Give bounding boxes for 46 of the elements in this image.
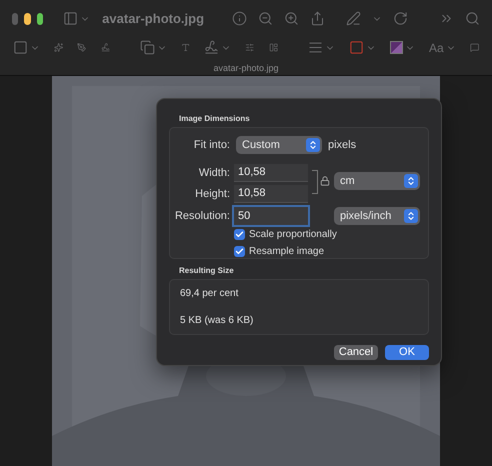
unit-label: pixels xyxy=(328,138,356,153)
field-label: Height: xyxy=(194,186,230,202)
lock-icon[interactable] xyxy=(320,176,330,186)
popup-menu[interactable]: cm xyxy=(334,172,420,190)
link-bracket xyxy=(312,170,318,194)
signature-icon[interactable] xyxy=(204,40,220,56)
checkbox[interactable] xyxy=(234,246,245,257)
selection-icon[interactable] xyxy=(13,40,28,56)
window-title: avatar-photo.jpg xyxy=(102,10,204,28)
pen-icon[interactable] xyxy=(346,11,362,26)
checkbox[interactable] xyxy=(234,229,245,240)
close-button[interactable] xyxy=(12,12,18,25)
shapes-icon[interactable] xyxy=(140,40,155,56)
font-button[interactable]: Aa xyxy=(428,38,444,57)
text-field[interactable]: 10,58 xyxy=(234,164,308,182)
border-color-icon[interactable] xyxy=(348,40,364,56)
search-icon[interactable] xyxy=(465,11,480,26)
percent-text: 69,4 per cent xyxy=(180,287,240,301)
stepper-icon xyxy=(306,138,320,152)
line-style-icon[interactable] xyxy=(308,40,323,56)
field-label: Fit into: xyxy=(192,138,230,153)
section-title: Resulting Size xyxy=(179,265,235,277)
section-title: Image Dimensions xyxy=(179,113,251,125)
field-label: Resolution: xyxy=(174,208,230,224)
text-field[interactable]: 10,58 xyxy=(234,185,308,203)
stepper-icon xyxy=(404,209,418,223)
popup-menu[interactable]: pixels/inch xyxy=(334,207,420,225)
sidebar-icon[interactable] xyxy=(63,11,78,26)
field-label: Width: xyxy=(198,166,230,181)
checkbox-label: Resample image xyxy=(249,245,324,259)
checkbox-label: Scale proportionally xyxy=(249,228,337,242)
zoom-in-icon[interactable] xyxy=(284,11,300,26)
info-icon[interactable] xyxy=(232,11,248,26)
zoom-button[interactable] xyxy=(36,12,44,25)
cancel-button[interactable]: Cancel xyxy=(334,345,378,360)
ok-button[interactable]: OK xyxy=(385,345,429,360)
zoom-out-icon[interactable] xyxy=(258,11,274,26)
rotate-icon[interactable] xyxy=(393,11,408,26)
share-icon[interactable] xyxy=(310,11,326,26)
stepper-icon xyxy=(404,174,418,188)
text-field[interactable]: 50 xyxy=(234,207,308,225)
popup-menu[interactable]: Custom xyxy=(236,136,322,154)
file-size-text: 5 KB (was 6 KB) xyxy=(180,314,254,328)
minimize-button[interactable] xyxy=(24,12,31,25)
document-label: avatar-photo.jpg xyxy=(213,62,279,75)
fill-color-icon[interactable] xyxy=(390,41,403,54)
